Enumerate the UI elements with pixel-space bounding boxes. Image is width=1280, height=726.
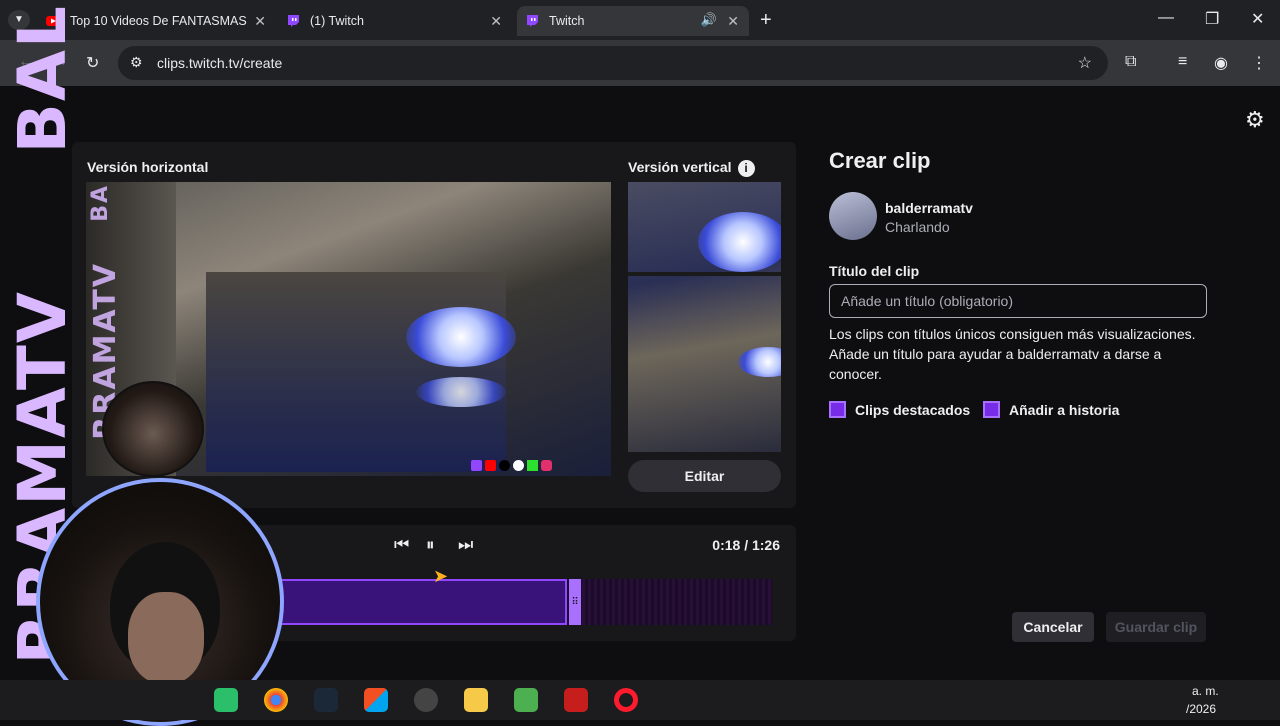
streamer-face [128,592,204,684]
reload-icon[interactable]: ↻ [86,53,99,73]
close-icon[interactable]: ✕ [727,13,739,30]
page-title: Crear clip [829,148,931,173]
bookmark-star-icon[interactable]: ☆ [1078,53,1092,73]
tab-twitch-1[interactable]: (1) Twitch ✕ [284,6,512,36]
clip-title-label: Título del clip [829,263,920,279]
selection-handle[interactable]: ⠿ [569,579,581,625]
kick-icon [527,460,538,471]
clock-date: /2026 [1186,702,1217,716]
restore-icon[interactable]: ❐ [1205,9,1219,29]
minimize-icon[interactable]: — [1158,9,1174,27]
twitch-icon [288,15,299,27]
timecode: 0:18 / 1:26 [712,537,780,553]
menu-icon[interactable]: ⋮ [1251,53,1267,73]
vertical-version-label: Versión vertical i [628,159,755,177]
video-divider [628,272,781,276]
tf-icon[interactable] [564,688,588,712]
youtube-icon [485,460,496,471]
tab-title: Top 10 Videos De FANTASMAS [70,14,247,28]
lamp-glow [698,212,781,272]
address-bar: ← → ↻ ⚙ clips.twitch.tv/create ☆ ⧉ ≡ ◉ ⋮ [0,40,1280,86]
mouse-cursor-icon: ➤ [433,566,449,586]
channel-name[interactable]: balderramatv [885,200,973,216]
video-counter [206,272,506,472]
twitch-icon [471,460,482,471]
info-icon[interactable]: i [737,159,755,177]
brand-watermark-video-top: BA [88,184,113,222]
close-icon[interactable]: ✕ [490,13,502,30]
window-close-icon[interactable]: ✕ [1251,9,1264,29]
help-text: Los clips con títulos únicos consiguen m… [829,326,1196,382]
edit-button[interactable]: Editar [628,460,781,492]
instagram-icon [541,460,552,471]
new-tab-button[interactable]: + [760,9,772,32]
taskbar: a. m. /2026 [0,680,1280,720]
lamp-glow [738,347,781,377]
brand-watermark-left-top: BAL [4,4,81,154]
save-clip-button[interactable]: Guardar clip [1106,612,1206,642]
featured-clips-checkbox[interactable]: Clips destacados [829,401,970,418]
clip-title-input[interactable] [829,284,1207,318]
tab-title: (1) Twitch [310,14,364,28]
twitch-icon [527,15,538,27]
horizontal-version-label: Versión horizontal [87,159,209,175]
category[interactable]: Charlando [885,219,950,235]
folder-icon[interactable] [464,688,488,712]
lamp-glow [406,307,516,367]
profile-icon[interactable]: ◉ [1214,53,1228,73]
timeline-track[interactable]: ⠿ [276,579,772,625]
social-icons-row [471,460,552,471]
speaker-icon[interactable]: 🔊 [701,12,717,28]
close-icon[interactable]: ✕ [254,13,266,30]
checkbox-label: Añadir a historia [1009,401,1120,418]
cancel-button[interactable]: Cancelar [1012,612,1094,642]
add-to-story-checkbox[interactable]: Añadir a historia [983,401,1119,418]
extensions-icon[interactable]: ⧉ [1125,53,1136,71]
avatar [829,192,877,240]
tab-title: Twitch [549,14,585,28]
omnibox[interactable]: ⚙ clips.twitch.tv/create ☆ [118,46,1108,80]
media-controls-icon[interactable]: ≡ [1178,53,1187,71]
tiktok-icon [499,460,510,471]
webcam-inset-small [102,381,204,477]
vertical-video-preview[interactable] [628,182,781,452]
skip-back-icon[interactable]: ⏮ [394,535,409,555]
url-text[interactable]: clips.twitch.tv/create [157,55,282,71]
skip-forward-icon[interactable]: ⏭ [458,535,473,555]
puzzle-icon[interactable] [514,688,538,712]
clock-time: a. m. [1192,684,1219,698]
settings-gear-icon[interactable]: ⚙ [1245,107,1265,133]
vertical-version-text: Versión vertical [628,159,732,175]
obs-icon[interactable] [414,688,438,712]
opera-icon[interactable] [614,688,638,712]
clip-selection[interactable] [276,579,567,625]
office-icon[interactable] [364,688,388,712]
checkbox-label: Clips destacados [855,401,971,418]
chrome-icon[interactable] [264,688,288,712]
site-info-icon[interactable]: ⚙ [130,54,143,71]
browser-tab-bar: ▼ Top 10 Videos De FANTASMAS ✕ (1) Twitc… [0,0,1280,40]
lamp-reflection [416,377,506,407]
globe-icon [513,460,524,471]
tab-twitch-active[interactable]: Twitch 🔊 ✕ [517,6,749,36]
checkbox-box[interactable] [829,401,846,418]
steam-icon[interactable] [314,688,338,712]
checkbox-box[interactable] [983,401,1000,418]
app-icon[interactable] [214,688,238,712]
pause-icon[interactable]: ⏸ [426,535,435,555]
